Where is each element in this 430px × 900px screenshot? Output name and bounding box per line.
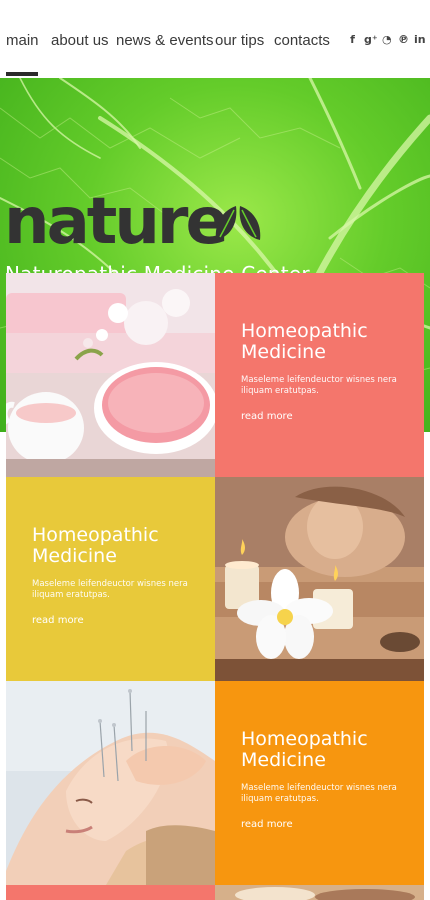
logo-leaf-icon xyxy=(215,206,261,240)
spa-candles-photo xyxy=(215,477,424,681)
pinterest-icon[interactable]: ℗ xyxy=(398,34,409,46)
logo-wordmark: nature xyxy=(4,185,229,259)
service-description: Maseleme leifendeuctor wisnes nera iliqu… xyxy=(241,783,397,804)
acupuncture-photo xyxy=(6,681,215,885)
service-title: Homeopathic Medicine xyxy=(32,524,159,567)
read-more-link[interactable]: read more xyxy=(241,819,293,830)
top-navigation: main about us news & events our tips con… xyxy=(0,0,430,78)
service-tile-4-partial xyxy=(6,885,215,900)
spa-photo-partial xyxy=(215,885,424,900)
nav-item-news[interactable]: news & events xyxy=(116,32,214,49)
linkedin-icon[interactable]: in xyxy=(414,34,426,46)
google-plus-icon[interactable]: g⁺ xyxy=(364,34,378,46)
service-tile-1: Homeopathic Medicine Maseleme leifendeuc… xyxy=(215,273,424,477)
spa-salt-photo xyxy=(6,273,215,477)
active-nav-indicator xyxy=(6,72,38,76)
nav-item-about[interactable]: about us xyxy=(51,32,109,49)
nav-item-contacts[interactable]: contacts xyxy=(274,32,330,49)
read-more-link[interactable]: read more xyxy=(32,615,84,626)
social-links: f g⁺ ◔ ℗ in xyxy=(348,34,426,46)
read-more-link[interactable]: read more xyxy=(241,411,293,422)
nav-item-tips[interactable]: our tips xyxy=(215,32,264,49)
nav-item-main[interactable]: main xyxy=(6,32,39,49)
rss-icon[interactable]: ◔ xyxy=(382,34,392,46)
service-tile-3: Homeopathic Medicine Maseleme leifendeuc… xyxy=(215,681,424,885)
service-description: Maseleme leifendeuctor wisnes nera iliqu… xyxy=(32,579,188,600)
service-title: Homeopathic Medicine xyxy=(241,320,368,363)
service-description: Maseleme leifendeuctor wisnes nera iliqu… xyxy=(241,375,397,396)
service-title: Homeopathic Medicine xyxy=(241,728,368,771)
service-tile-2: Homeopathic Medicine Maseleme leifendeuc… xyxy=(6,477,215,681)
facebook-icon[interactable]: f xyxy=(348,34,357,46)
